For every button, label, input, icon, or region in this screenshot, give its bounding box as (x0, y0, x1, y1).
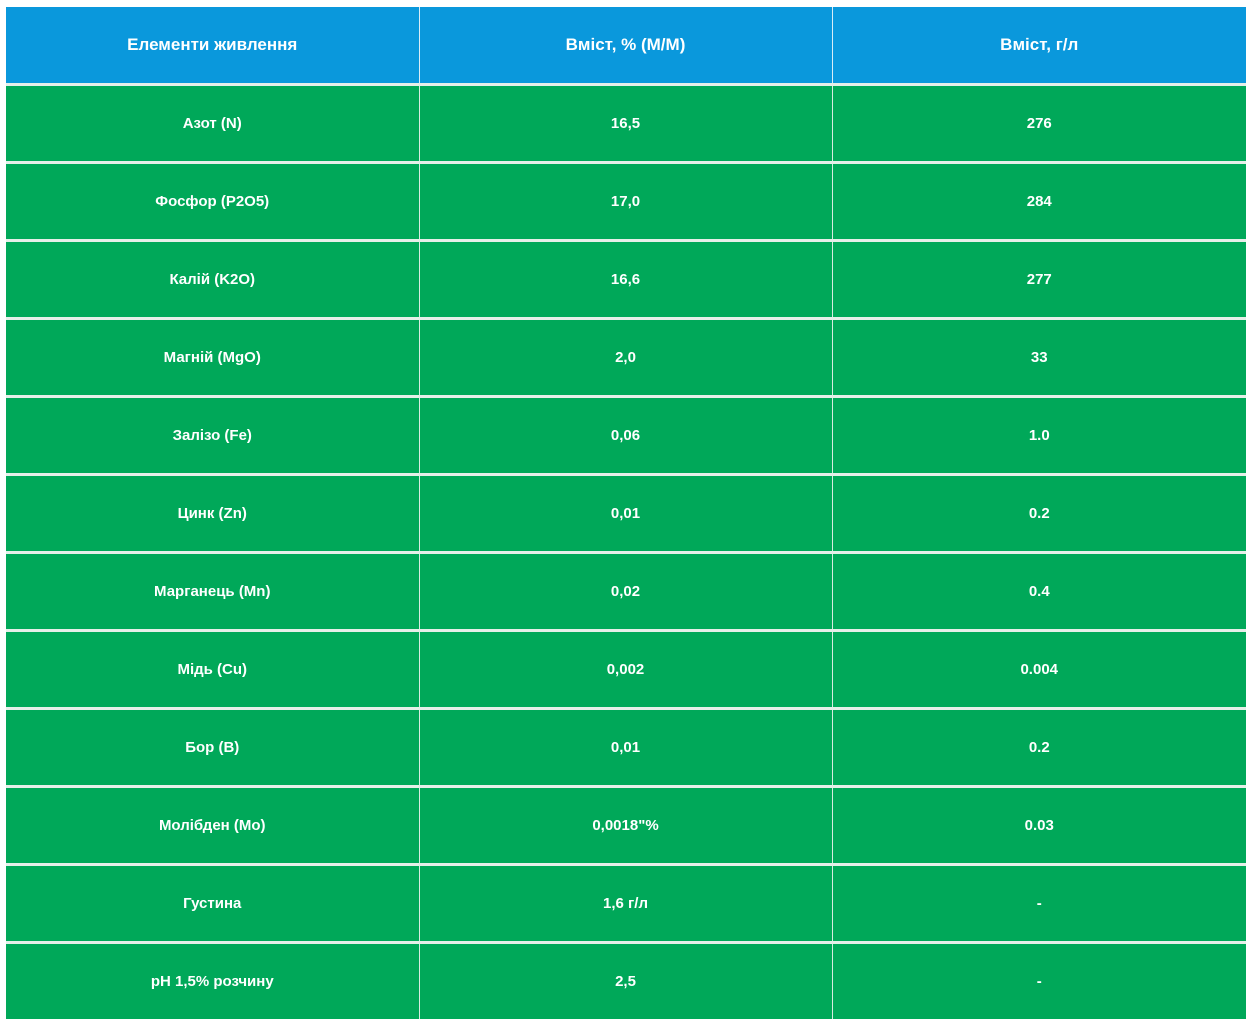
cell-gl: 1.0 (832, 395, 1246, 475)
cell-gl: 0.2 (832, 473, 1246, 553)
table-row: Мідь (Cu) 0,002 0.004 (6, 629, 1246, 709)
cell-nutrient: Густина (6, 863, 420, 943)
cell-nutrient: Марганець (Mn) (6, 551, 420, 631)
table-row: Бор (B) 0,01 0.2 (6, 707, 1246, 787)
cell-nutrient: Калій (K2O) (6, 239, 420, 319)
table-row: Фосфор (P2O5) 17,0 284 (6, 161, 1246, 241)
table-row: Густина 1,6 г/л - (6, 863, 1246, 943)
header-content-percent: Вміст, % (M/M) (419, 7, 833, 85)
table-row: Калій (K2O) 16,6 277 (6, 239, 1246, 319)
cell-percent: 2,5 (419, 941, 833, 1019)
cell-gl: 276 (832, 83, 1246, 163)
cell-gl: 0.4 (832, 551, 1246, 631)
cell-nutrient: Цинк (Zn) (6, 473, 420, 553)
cell-gl: - (832, 863, 1246, 943)
cell-gl: - (832, 941, 1246, 1019)
cell-gl: 284 (832, 161, 1246, 241)
header-content-gl: Вміст, г/л (832, 7, 1246, 85)
cell-gl: 0.004 (832, 629, 1246, 709)
cell-nutrient: Магній (MgO) (6, 317, 420, 397)
cell-nutrient: Залізо (Fe) (6, 395, 420, 475)
table-row: pH 1,5% розчину 2,5 - (6, 941, 1246, 1019)
cell-nutrient: Молібден (Mo) (6, 785, 420, 865)
table-row: Молібден (Mo) 0,0018"% 0.03 (6, 785, 1246, 865)
cell-nutrient: Фосфор (P2O5) (6, 161, 420, 241)
cell-percent: 17,0 (419, 161, 833, 241)
table-header: Елементи живлення Вміст, % (M/M) Вміст, … (6, 7, 1246, 85)
table-row: Цинк (Zn) 0,01 0.2 (6, 473, 1246, 553)
table-body: Азот (N) 16,5 276 Фосфор (P2O5) 17,0 284… (6, 83, 1246, 1019)
cell-nutrient: Мідь (Cu) (6, 629, 420, 709)
table-row: Залізо (Fe) 0,06 1.0 (6, 395, 1246, 475)
cell-percent: 2,0 (419, 317, 833, 397)
cell-percent: 0,02 (419, 551, 833, 631)
table-row: Магній (MgO) 2,0 33 (6, 317, 1246, 397)
cell-percent: 1,6 г/л (419, 863, 833, 943)
cell-percent: 0,0018"% (419, 785, 833, 865)
nutrient-table-container: Елементи живлення Вміст, % (M/M) Вміст, … (6, 7, 1246, 1019)
cell-percent: 16,5 (419, 83, 833, 163)
table-row: Азот (N) 16,5 276 (6, 83, 1246, 163)
cell-percent: 0,01 (419, 707, 833, 787)
nutrient-table: Елементи живлення Вміст, % (M/M) Вміст, … (6, 7, 1246, 1019)
cell-percent: 0,002 (419, 629, 833, 709)
cell-nutrient: Бор (B) (6, 707, 420, 787)
header-row: Елементи живлення Вміст, % (M/M) Вміст, … (6, 7, 1246, 85)
cell-percent: 0,06 (419, 395, 833, 475)
header-nutrient: Елементи живлення (6, 7, 420, 85)
cell-gl: 33 (832, 317, 1246, 397)
cell-gl: 277 (832, 239, 1246, 319)
cell-gl: 0.03 (832, 785, 1246, 865)
cell-nutrient: Азот (N) (6, 83, 420, 163)
cell-percent: 16,6 (419, 239, 833, 319)
cell-gl: 0.2 (832, 707, 1246, 787)
cell-nutrient: pH 1,5% розчину (6, 941, 420, 1019)
table-row: Марганець (Mn) 0,02 0.4 (6, 551, 1246, 631)
cell-percent: 0,01 (419, 473, 833, 553)
